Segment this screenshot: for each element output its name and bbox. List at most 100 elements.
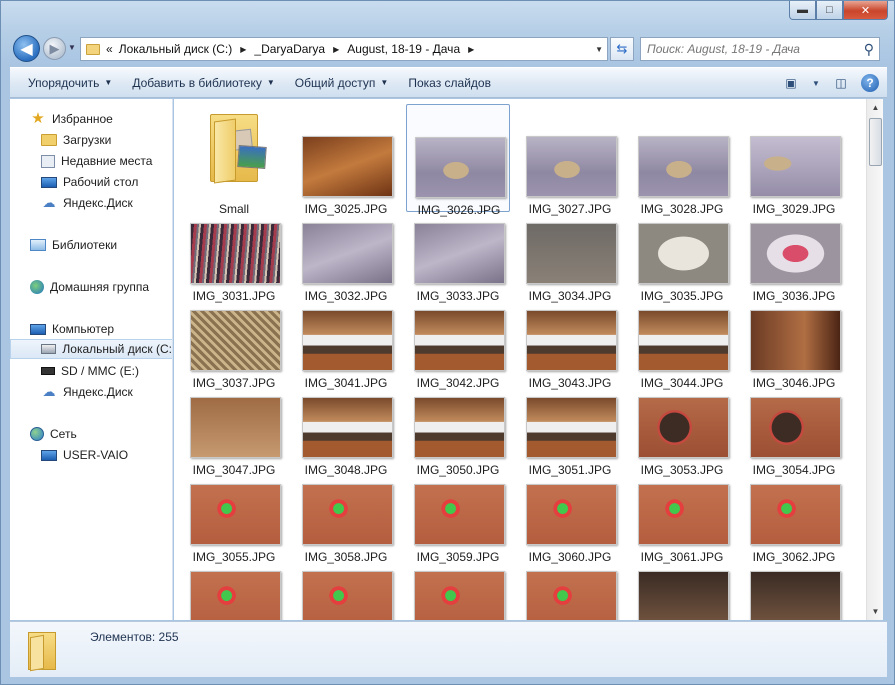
- folder-icon: [86, 43, 100, 55]
- image-thumbnail: [526, 223, 617, 284]
- image-thumbnail: [750, 310, 841, 371]
- image-thumbnail: [190, 397, 281, 458]
- network-computer-icon: [41, 449, 57, 461]
- breadcrumb-chevron-icon[interactable]: ▶: [240, 45, 246, 54]
- image-thumbnail: [190, 571, 281, 620]
- sidebar-item-label: SD / MMC (E:): [61, 364, 139, 378]
- breadcrumb-item[interactable]: August, 18-19 - Дача: [347, 42, 460, 56]
- breadcrumb-chevron-icon[interactable]: ▶: [468, 45, 474, 54]
- address-dropdown-icon[interactable]: ▼: [595, 45, 603, 54]
- share-menu[interactable]: Общий доступ ▼: [285, 68, 399, 97]
- address-bar[interactable]: « Локальный диск (C:) ▶ _DaryaDarya ▶ Au…: [80, 37, 608, 61]
- file-item[interactable]: [406, 539, 510, 620]
- libraries-icon: [30, 239, 46, 251]
- search-input[interactable]: [647, 42, 857, 56]
- homegroup-icon: [30, 280, 44, 294]
- breadcrumb-chevron-icon[interactable]: ▶: [333, 45, 339, 54]
- sidebar-item-yandex-disk[interactable]: ☁ Яндекс.Диск: [41, 193, 133, 213]
- maximize-button[interactable]: □: [816, 1, 843, 20]
- sidebar-item-favorites[interactable]: ★ Избранное: [30, 109, 113, 129]
- breadcrumb-item[interactable]: _DaryaDarya: [254, 42, 325, 56]
- image-thumbnail: [526, 310, 617, 371]
- caption-buttons: ▬ □ ✕: [789, 1, 888, 20]
- star-icon: ★: [31, 110, 45, 127]
- file-item[interactable]: [518, 539, 622, 620]
- sidebar-item-libraries[interactable]: Библиотеки: [30, 235, 117, 255]
- sidebar-item-homegroup[interactable]: Домашняя группа: [30, 277, 149, 297]
- image-thumbnail: [638, 136, 729, 197]
- preview-pane-icon[interactable]: ◫: [831, 73, 851, 93]
- organize-label: Упорядочить: [28, 75, 100, 90]
- image-thumbnail: [526, 136, 617, 197]
- sidebar-item-user-vaio[interactable]: USER-VAIO: [41, 445, 128, 465]
- image-thumbnail: [638, 571, 729, 620]
- image-thumbnail: [302, 571, 393, 620]
- back-button[interactable]: ◀: [13, 35, 40, 62]
- image-thumbnail: [638, 223, 729, 284]
- image-thumbnail: [415, 137, 506, 198]
- add-to-library-menu[interactable]: Добавить в библиотеку ▼: [122, 68, 284, 97]
- share-label: Общий доступ: [294, 75, 376, 90]
- file-item[interactable]: [182, 539, 286, 620]
- explorer-window: ▬ □ ✕ ◀ ▶ ▼ « Локальный диск (C:) ▶ _Dar…: [0, 0, 895, 685]
- sidebar-item-recent[interactable]: Недавние места: [41, 151, 152, 171]
- sidebar-item-label: Рабочий стол: [63, 175, 139, 189]
- folder-icon: [28, 628, 62, 672]
- sidebar-item-label: Яндекс.Диск: [63, 196, 133, 210]
- sidebar-item-desktop[interactable]: Рабочий стол: [41, 172, 138, 192]
- scroll-up-icon[interactable]: ▲: [867, 99, 884, 116]
- close-button[interactable]: ✕: [843, 1, 888, 20]
- breadcrumb-item[interactable]: Локальный диск (C:): [119, 42, 233, 56]
- forward-button[interactable]: ▶: [43, 37, 66, 60]
- vertical-scrollbar[interactable]: ▲ ▼: [866, 99, 883, 620]
- sidebar-item-label: Загрузки: [63, 133, 112, 147]
- recent-pages-dropdown[interactable]: ▼: [68, 43, 76, 52]
- sidebar-item-downloads[interactable]: Загрузки: [41, 130, 111, 150]
- file-item[interactable]: [294, 539, 398, 620]
- network-icon: [30, 427, 44, 441]
- file-item[interactable]: [742, 539, 846, 620]
- image-thumbnail: [302, 397, 393, 458]
- file-list[interactable]: Small IMG_3025.JPG IMG_3026.JPG IMG_3027.JP…: [174, 99, 866, 620]
- sidebar-item-label: Библиотеки: [52, 238, 118, 252]
- image-thumbnail: [526, 484, 617, 545]
- help-icon[interactable]: ?: [861, 74, 879, 92]
- search-box[interactable]: ⚲: [640, 37, 880, 61]
- sidebar-item-yandex-disk-drive[interactable]: ☁ Яндекс.Диск: [41, 382, 133, 402]
- sidebar-item-local-disk[interactable]: Локальный диск (C:: [10, 339, 172, 359]
- add-to-library-label: Добавить в библиотеку: [132, 75, 262, 90]
- image-thumbnail: [414, 397, 505, 458]
- yandex-disk-icon: ☁: [42, 384, 56, 399]
- sidebar-item-sd-card[interactable]: SD / MMC (E:): [41, 361, 139, 381]
- sidebar-item-network[interactable]: Сеть: [30, 424, 77, 444]
- image-thumbnail: [302, 136, 393, 197]
- sidebar-item-label: Локальный диск (C:: [62, 342, 172, 356]
- sidebar-item-label: Компьютер: [52, 322, 115, 336]
- image-thumbnail: [414, 223, 505, 284]
- organize-menu[interactable]: Упорядочить ▼: [10, 68, 122, 97]
- breadcrumb: « Локальный диск (C:) ▶ _DaryaDarya ▶ Au…: [106, 42, 482, 56]
- chevron-down-icon: ▼: [104, 78, 113, 87]
- image-thumbnail: [526, 571, 617, 620]
- navigation-pane: ★ Избранное Загрузки Недавние места Рабоч…: [10, 99, 173, 620]
- desktop-icon: [41, 176, 57, 188]
- view-options-dropdown-icon[interactable]: ▼: [811, 73, 821, 93]
- sidebar-item-label: Домашняя группа: [50, 280, 150, 294]
- sidebar-item-computer[interactable]: Компьютер: [30, 319, 114, 339]
- minimize-button[interactable]: ▬: [789, 1, 816, 20]
- breadcrumb-overflow[interactable]: «: [106, 42, 113, 56]
- sd-card-icon: [41, 367, 55, 375]
- slideshow-button[interactable]: Показ слайдов: [398, 68, 501, 97]
- chevron-down-icon: ▼: [266, 78, 275, 87]
- folder-thumbnail-icon: [210, 108, 270, 184]
- scrollbar-thumb[interactable]: [869, 118, 882, 166]
- computer-icon: [30, 323, 46, 335]
- scroll-down-icon[interactable]: ▼: [867, 603, 884, 620]
- search-icon[interactable]: ⚲: [864, 41, 874, 58]
- image-thumbnail: [190, 484, 281, 545]
- refresh-button[interactable]: ⇆: [610, 37, 634, 61]
- change-view-icon[interactable]: ▣: [781, 73, 801, 93]
- image-thumbnail: [302, 484, 393, 545]
- file-item[interactable]: [630, 539, 734, 620]
- forward-arrow-icon: ▶: [49, 40, 60, 56]
